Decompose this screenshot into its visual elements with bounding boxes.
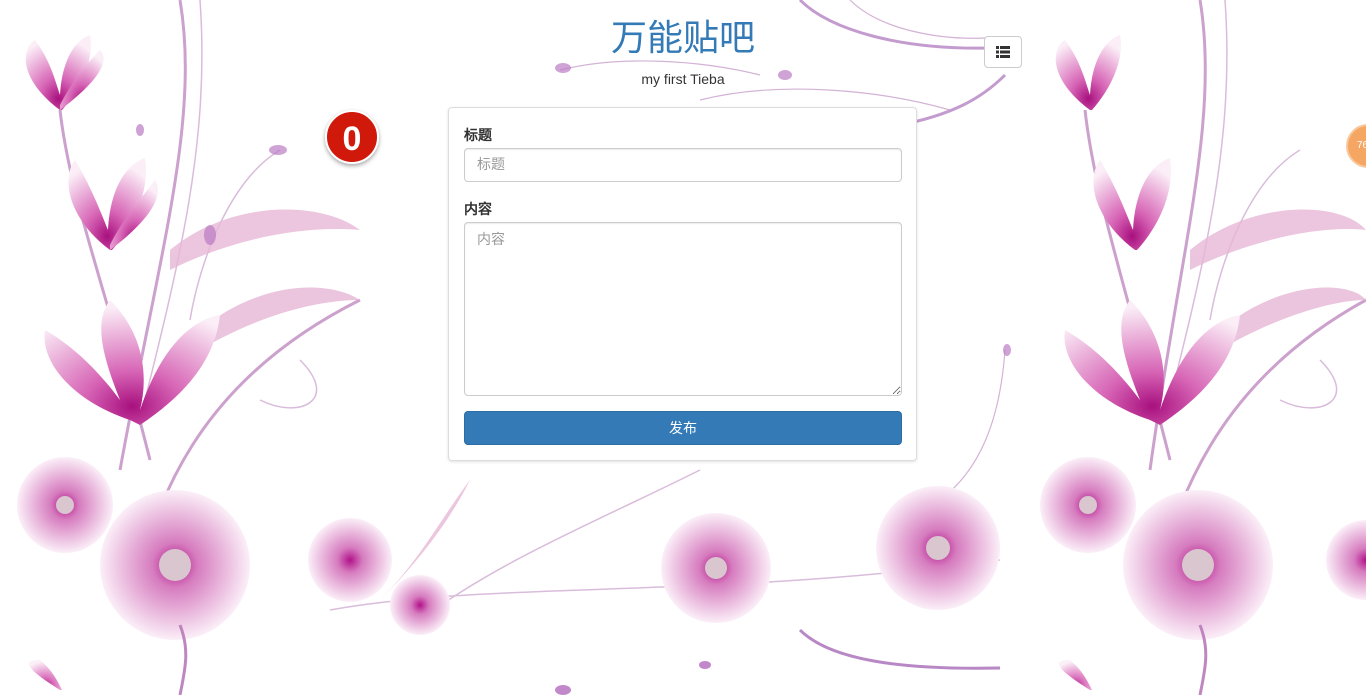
content-textarea[interactable] (464, 222, 902, 396)
site-subtitle: my first Tieba (641, 71, 725, 87)
count-badge[interactable]: 0 (325, 110, 379, 164)
post-form-panel: 标题 内容 发布 (448, 107, 917, 461)
content-label: 内容 (464, 202, 492, 218)
title-label: 标题 (464, 128, 492, 144)
site-title: 万能贴吧 (610, 18, 755, 59)
publish-button[interactable]: 发布 (464, 411, 902, 445)
menu-toggle-button[interactable] (984, 36, 1022, 68)
list-icon (996, 46, 1010, 58)
title-input[interactable] (464, 148, 902, 182)
